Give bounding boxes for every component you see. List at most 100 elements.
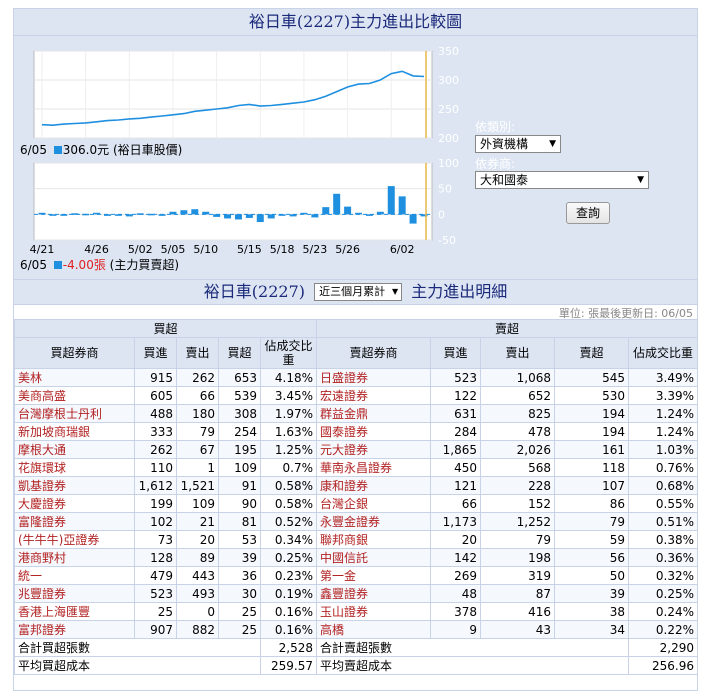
- sell-broker-link[interactable]: 康和證券: [316, 476, 431, 495]
- sell-broker-link[interactable]: 台灣企銀: [316, 494, 431, 513]
- buy-broker-link[interactable]: 富隆證券: [14, 512, 135, 531]
- buy-broker-link[interactable]: 港商野村: [14, 548, 135, 567]
- table-row: 台灣摩根士丹利 488 180 308 1.97% 群益金鼎 631 825 194 1.24%: [14, 404, 697, 423]
- table-row: 凱基證券 1,612 1,521 91 0.58% 康和證券 121 228 107 0.68%: [14, 476, 697, 495]
- date-tick-label: 6/02: [390, 243, 415, 256]
- buy-broker-link[interactable]: 兆豐證券: [14, 584, 135, 603]
- buy-broker-link[interactable]: 新加坡商瑞銀: [14, 422, 135, 441]
- table-cell: 1,865: [430, 440, 481, 459]
- table-cell: 0.16%: [260, 602, 317, 621]
- chevron-down-icon: ▼: [549, 139, 556, 149]
- sell-broker-link[interactable]: 高橋: [316, 620, 431, 639]
- flow-bar: [300, 212, 308, 215]
- date-tick-label: 4/26: [84, 243, 109, 256]
- buy-group-header: 買超: [14, 319, 317, 338]
- table-cell: 109: [218, 458, 261, 477]
- table-cell: 333: [134, 422, 177, 441]
- sell-broker-link[interactable]: 永豐金證券: [316, 512, 431, 531]
- flow-legend: 6/05 -4.00張 (主力買賣超): [20, 256, 179, 273]
- table-cell: 198: [480, 548, 555, 567]
- table-cell: 56: [554, 548, 629, 567]
- buy-broker-link[interactable]: 富邦證券: [14, 620, 135, 639]
- flow-legend-label: (主力買賣超): [109, 258, 180, 272]
- table-row: 花旗環球 110 1 109 0.7% 華南永昌證券 450 568 118 0.76%: [14, 458, 697, 477]
- chevron-down-icon: ▼: [391, 287, 399, 296]
- avg-sell-label: 平均賣超成本: [316, 656, 629, 675]
- broker-filter-value: 大和國泰: [480, 173, 529, 187]
- buy-broker-link[interactable]: (牛牛牛)亞證券: [14, 530, 135, 549]
- table-cell: 1.24%: [628, 404, 697, 423]
- table-cell: 0.16%: [260, 620, 317, 639]
- sell-broker-link[interactable]: 第一金: [316, 566, 431, 585]
- total-buy-value: 2,528: [260, 638, 317, 657]
- flow-bar: [169, 211, 177, 215]
- table-cell: 121: [430, 476, 481, 495]
- sell-broker-link[interactable]: 日盛證券: [316, 368, 431, 387]
- table-cell: 1.24%: [628, 422, 697, 441]
- table-cell: 262: [176, 368, 219, 387]
- sell-broker-link[interactable]: 華南永昌證券: [316, 458, 431, 477]
- table-row: 香港上海匯豐 25 0 25 0.16% 玉山證券 378 416 38 0.24%: [14, 602, 697, 621]
- date-tick-label: 5/23: [303, 243, 328, 256]
- flow-bar: [267, 214, 275, 219]
- table-cell: 79: [176, 422, 219, 441]
- table-cell: 34: [554, 620, 629, 639]
- table-cell: 0.32%: [628, 566, 697, 585]
- period-select[interactable]: 近三個月累計 ▼: [314, 283, 403, 301]
- query-button[interactable]: 查詢: [566, 202, 610, 224]
- buy-broker-link[interactable]: 摩根大通: [14, 440, 135, 459]
- sell-broker-link[interactable]: 群益金鼎: [316, 404, 431, 423]
- price-tick-label: 350: [438, 45, 459, 58]
- table-cell: 30: [218, 584, 261, 603]
- sell-broker-link[interactable]: 中國信託: [316, 548, 431, 567]
- table-cell: 254: [218, 422, 261, 441]
- main-panel: 裕日車(2227)主力進出比較圖 350 300 250 200 100 50 0 -50 …: [13, 8, 698, 691]
- broker-filter-select[interactable]: 大和國泰 ▼: [475, 171, 649, 189]
- sell-broker-link[interactable]: 玉山證券: [316, 602, 431, 621]
- buy-broker-link[interactable]: 大慶證券: [14, 494, 135, 513]
- table-row: (牛牛牛)亞證券 73 20 53 0.34% 聯邦商銀 20 79 59 0.38%: [14, 530, 697, 549]
- buy-broker-link[interactable]: 花旗環球: [14, 458, 135, 477]
- table-cell: 443: [176, 566, 219, 585]
- charts-area: 350 300 250 200 100 50 0 -50 4/21 4/26 5/02 5/05 5…: [14, 36, 697, 279]
- table-cell: 605: [134, 386, 177, 405]
- table-cell: 81: [218, 512, 261, 531]
- price-tick-label: 300: [438, 74, 459, 87]
- buy-broker-link[interactable]: 台灣摩根士丹利: [14, 404, 135, 423]
- table-cell: 50: [554, 566, 629, 585]
- detail-title-prefix: 裕日車(2227): [203, 282, 305, 301]
- buy-broker-link[interactable]: 美商高盛: [14, 386, 135, 405]
- table-cell: 102: [134, 512, 177, 531]
- buy-broker-link[interactable]: 香港上海匯豐: [14, 602, 135, 621]
- buy-broker-link[interactable]: 統一: [14, 566, 135, 585]
- buy-broker-link[interactable]: 凱基證券: [14, 476, 135, 495]
- sell-broker-link[interactable]: 鑫豐證券: [316, 584, 431, 603]
- table-cell: 1.97%: [260, 404, 317, 423]
- table-cell: 262: [134, 440, 177, 459]
- flow-bar: [224, 214, 232, 219]
- sell-broker-link[interactable]: 宏遠證券: [316, 386, 431, 405]
- table-row: 統一 479 443 36 0.23% 第一金 269 319 50 0.32%: [14, 566, 697, 585]
- avg-row: 平均買超成本 259.57 平均賣超成本 256.96: [14, 656, 697, 675]
- table-row: 美商高盛 605 66 539 3.45% 宏遠證券 122 652 530 3.39%: [14, 386, 697, 405]
- table-row: 大慶證券 199 109 90 0.58% 台灣企銀 66 152 86 0.55%: [14, 494, 697, 513]
- table-cell: 109: [176, 494, 219, 513]
- type-filter-select[interactable]: 外資機構 ▼: [475, 135, 561, 153]
- table-cell: 284: [430, 422, 481, 441]
- table-cell: 378: [430, 602, 481, 621]
- sell-broker-link[interactable]: 聯邦商銀: [316, 530, 431, 549]
- sell-broker-link[interactable]: 元大證券: [316, 440, 431, 459]
- flow-bar: [398, 196, 406, 215]
- table-cell: 539: [218, 386, 261, 405]
- table-cell: 4.18%: [260, 368, 317, 387]
- flow-bar: [256, 214, 264, 223]
- buy-broker-link[interactable]: 美林: [14, 368, 135, 387]
- price-plot-area: [33, 50, 433, 139]
- table-row: 富隆證券 102 21 81 0.52% 永豐金證券 1,173 1,252 79 0.51%: [14, 512, 697, 531]
- table-cell: 228: [480, 476, 555, 495]
- sell-broker-link[interactable]: 國泰證券: [316, 422, 431, 441]
- table-cell: 90: [218, 494, 261, 513]
- table-cell: 0.22%: [628, 620, 697, 639]
- flow-bar: [136, 213, 144, 215]
- table-cell: 0.25%: [260, 548, 317, 567]
